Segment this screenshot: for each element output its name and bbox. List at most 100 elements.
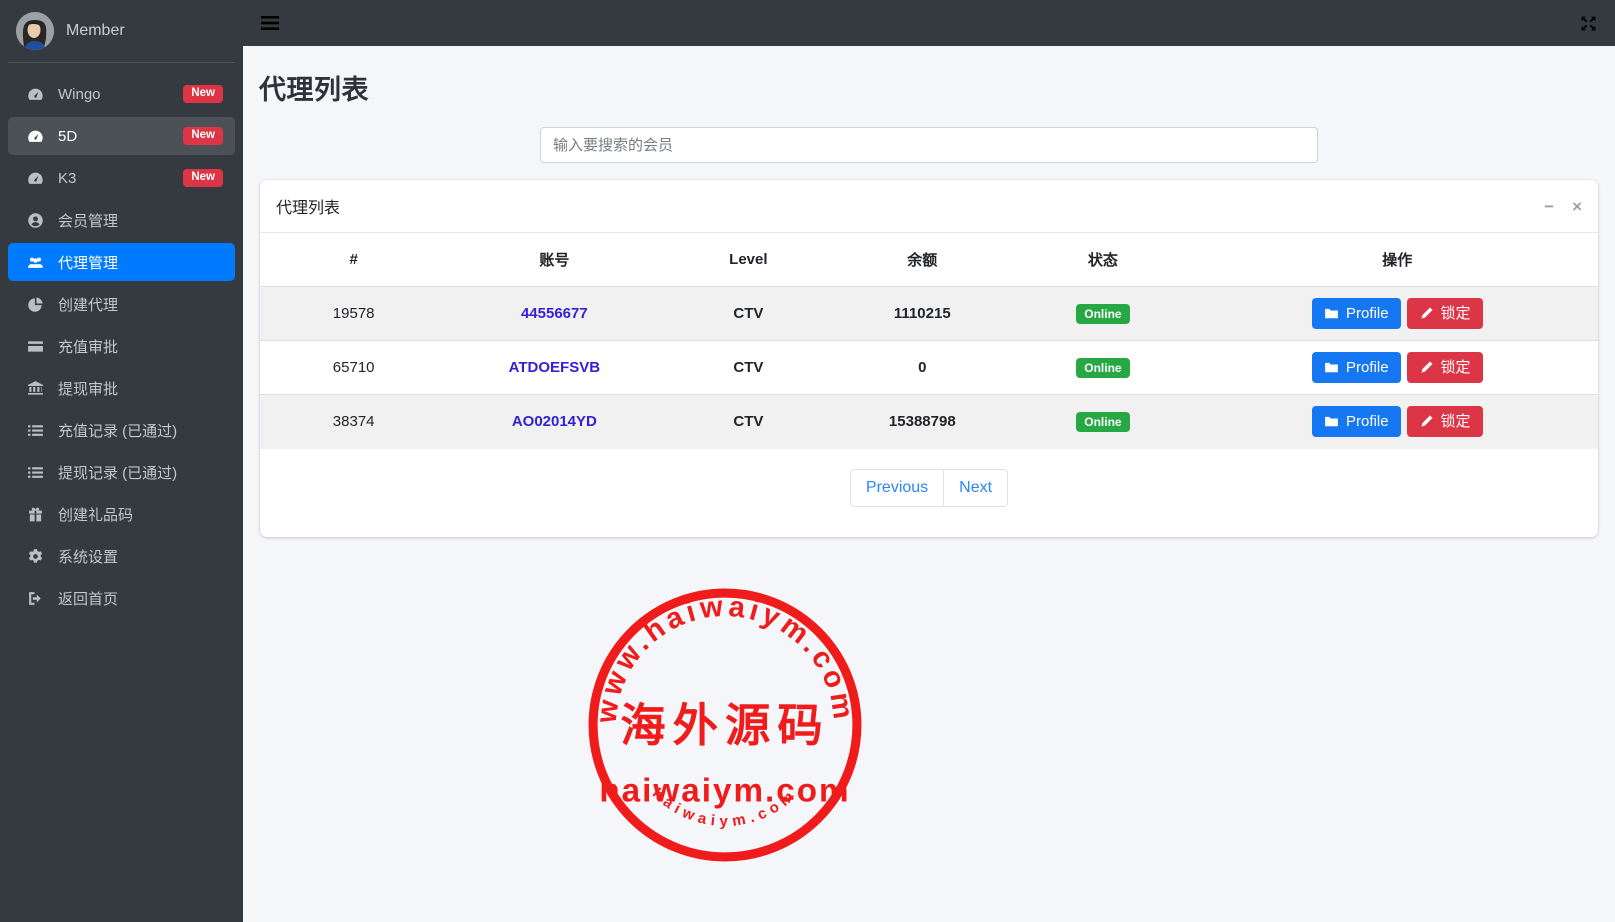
sidebar-item-label: 创建代理 [58, 294, 118, 315]
profile-button[interactable]: Profile [1312, 406, 1401, 437]
folder-icon [1324, 306, 1339, 321]
pie-chart-icon [26, 295, 44, 313]
cell-balance: 0 [835, 341, 1009, 395]
sidebar-item-label: 系统设置 [58, 546, 118, 567]
cell-level: CTV [661, 341, 835, 395]
list-icon [26, 463, 44, 481]
users-icon [26, 253, 44, 271]
sidebar-item-label: 代理管理 [58, 252, 118, 273]
avatar-image [16, 12, 54, 50]
top-navbar [243, 0, 1615, 46]
status-badge: Online [1076, 412, 1129, 432]
hamburger-icon[interactable] [261, 16, 279, 30]
cell-id: 19578 [260, 287, 447, 341]
profile-button-label: Profile [1346, 306, 1389, 321]
pencil-icon [1419, 306, 1434, 321]
sidebar-item-withdraw-approval[interactable]: 提现审批 [8, 369, 235, 407]
card-header: 代理列表 − × [260, 180, 1598, 233]
sidebar-item-label: 返回首页 [58, 588, 118, 609]
sidebar-item-withdraw-records[interactable]: 提现记录 (已通过) [8, 453, 235, 491]
sidebar-item-label: 提现记录 (已通过) [58, 462, 177, 483]
close-icon[interactable]: × [1572, 198, 1582, 215]
sidebar-item-member-management[interactable]: 会员管理 [8, 201, 235, 239]
sign-out-icon [26, 589, 44, 607]
tachometer-icon [26, 127, 44, 145]
content-area: 代理列表 代理列表 − × # 账号 Level 余额 [243, 46, 1615, 553]
account-link[interactable]: ATDOEFSVB [509, 359, 600, 376]
sidebar-item-recharge-approval[interactable]: 充值审批 [8, 327, 235, 365]
profile-button-label: Profile [1346, 414, 1389, 429]
card-tools: − × [1544, 198, 1582, 215]
status-badge: Online [1076, 304, 1129, 324]
user-name[interactable]: Member [66, 22, 125, 40]
pagination: Previous Next [260, 449, 1598, 537]
table-row: 65710 ATDOEFSVB CTV 0 Online Profile 锁定 [260, 341, 1598, 395]
col-header-id: # [260, 233, 447, 287]
sidebar-item-label: 提现审批 [58, 378, 118, 399]
account-link[interactable]: AO02014YD [512, 413, 597, 430]
sidebar-item-create-agent[interactable]: 创建代理 [8, 285, 235, 323]
user-icon [26, 211, 44, 229]
gear-icon [26, 547, 44, 565]
sidebar-item-5d[interactable]: 5D New [8, 117, 235, 155]
sidebar-item-label: 5D [58, 128, 77, 145]
lock-button[interactable]: 锁定 [1407, 406, 1483, 437]
sidebar-item-recharge-records[interactable]: 充值记录 (已通过) [8, 411, 235, 449]
profile-button[interactable]: Profile [1312, 352, 1401, 383]
table-row: 38374 AO02014YD CTV 15388798 Online Prof… [260, 395, 1598, 449]
bank-icon [26, 379, 44, 397]
pencil-icon [1419, 360, 1434, 375]
col-header-status: 状态 [1009, 233, 1196, 287]
sidebar-item-system-settings[interactable]: 系统设置 [8, 537, 235, 575]
agent-table: # 账号 Level 余额 状态 操作 19578 44556677 CTV 1… [260, 233, 1598, 449]
gift-icon [26, 505, 44, 523]
cell-level: CTV [661, 395, 835, 449]
tachometer-icon [26, 169, 44, 187]
next-button[interactable]: Next [944, 469, 1008, 507]
avatar[interactable] [16, 12, 54, 50]
lock-button-label: 锁定 [1441, 306, 1471, 321]
main-area: 代理列表 代理列表 − × # 账号 Level 余额 [243, 0, 1615, 922]
pencil-icon [1419, 414, 1434, 429]
cell-id: 65710 [260, 341, 447, 395]
sidebar-item-agent-management[interactable]: 代理管理 [8, 243, 235, 281]
previous-button[interactable]: Previous [850, 469, 944, 507]
lock-button[interactable]: 锁定 [1407, 298, 1483, 329]
sidebar-item-back-home[interactable]: 返回首页 [8, 579, 235, 617]
cell-level: CTV [661, 287, 835, 341]
minimize-icon[interactable]: − [1544, 198, 1554, 215]
folder-icon [1324, 360, 1339, 375]
table-row: 19578 44556677 CTV 1110215 Online Profil… [260, 287, 1598, 341]
account-link[interactable]: 44556677 [521, 305, 588, 322]
lock-button[interactable]: 锁定 [1407, 352, 1483, 383]
status-badge: Online [1076, 358, 1129, 378]
cell-id: 38374 [260, 395, 447, 449]
cell-balance: 1110215 [835, 287, 1009, 341]
lock-button-label: 锁定 [1441, 360, 1471, 375]
new-badge: New [183, 169, 223, 187]
sidebar-item-label: Wingo [58, 86, 101, 103]
col-header-account: 账号 [447, 233, 661, 287]
sidebar-item-label: 会员管理 [58, 210, 118, 231]
sidebar-item-create-giftcode[interactable]: 创建礼品码 [8, 495, 235, 533]
cell-balance: 15388798 [835, 395, 1009, 449]
search-input[interactable] [540, 127, 1318, 163]
card-title: 代理列表 [276, 194, 340, 218]
lock-button-label: 锁定 [1441, 414, 1471, 429]
sidebar: Member Wingo New 5D New K3 New 会员管理 代理管理 [0, 0, 243, 922]
sidebar-item-label: 充值审批 [58, 336, 118, 357]
list-icon [26, 421, 44, 439]
col-header-level: Level [661, 233, 835, 287]
sidebar-item-label: 充值记录 (已通过) [58, 420, 177, 441]
profile-button-label: Profile [1346, 360, 1389, 375]
tachometer-icon [26, 85, 44, 103]
user-panel: Member [8, 8, 235, 63]
page-title: 代理列表 [259, 68, 1599, 107]
new-badge: New [183, 85, 223, 103]
expand-icon[interactable] [1580, 15, 1597, 32]
agent-list-card: 代理列表 − × # 账号 Level 余额 状态 操作 [260, 180, 1598, 537]
sidebar-item-wingo[interactable]: Wingo New [8, 75, 235, 113]
profile-button[interactable]: Profile [1312, 298, 1401, 329]
sidebar-item-label: 创建礼品码 [58, 504, 133, 525]
sidebar-item-k3[interactable]: K3 New [8, 159, 235, 197]
